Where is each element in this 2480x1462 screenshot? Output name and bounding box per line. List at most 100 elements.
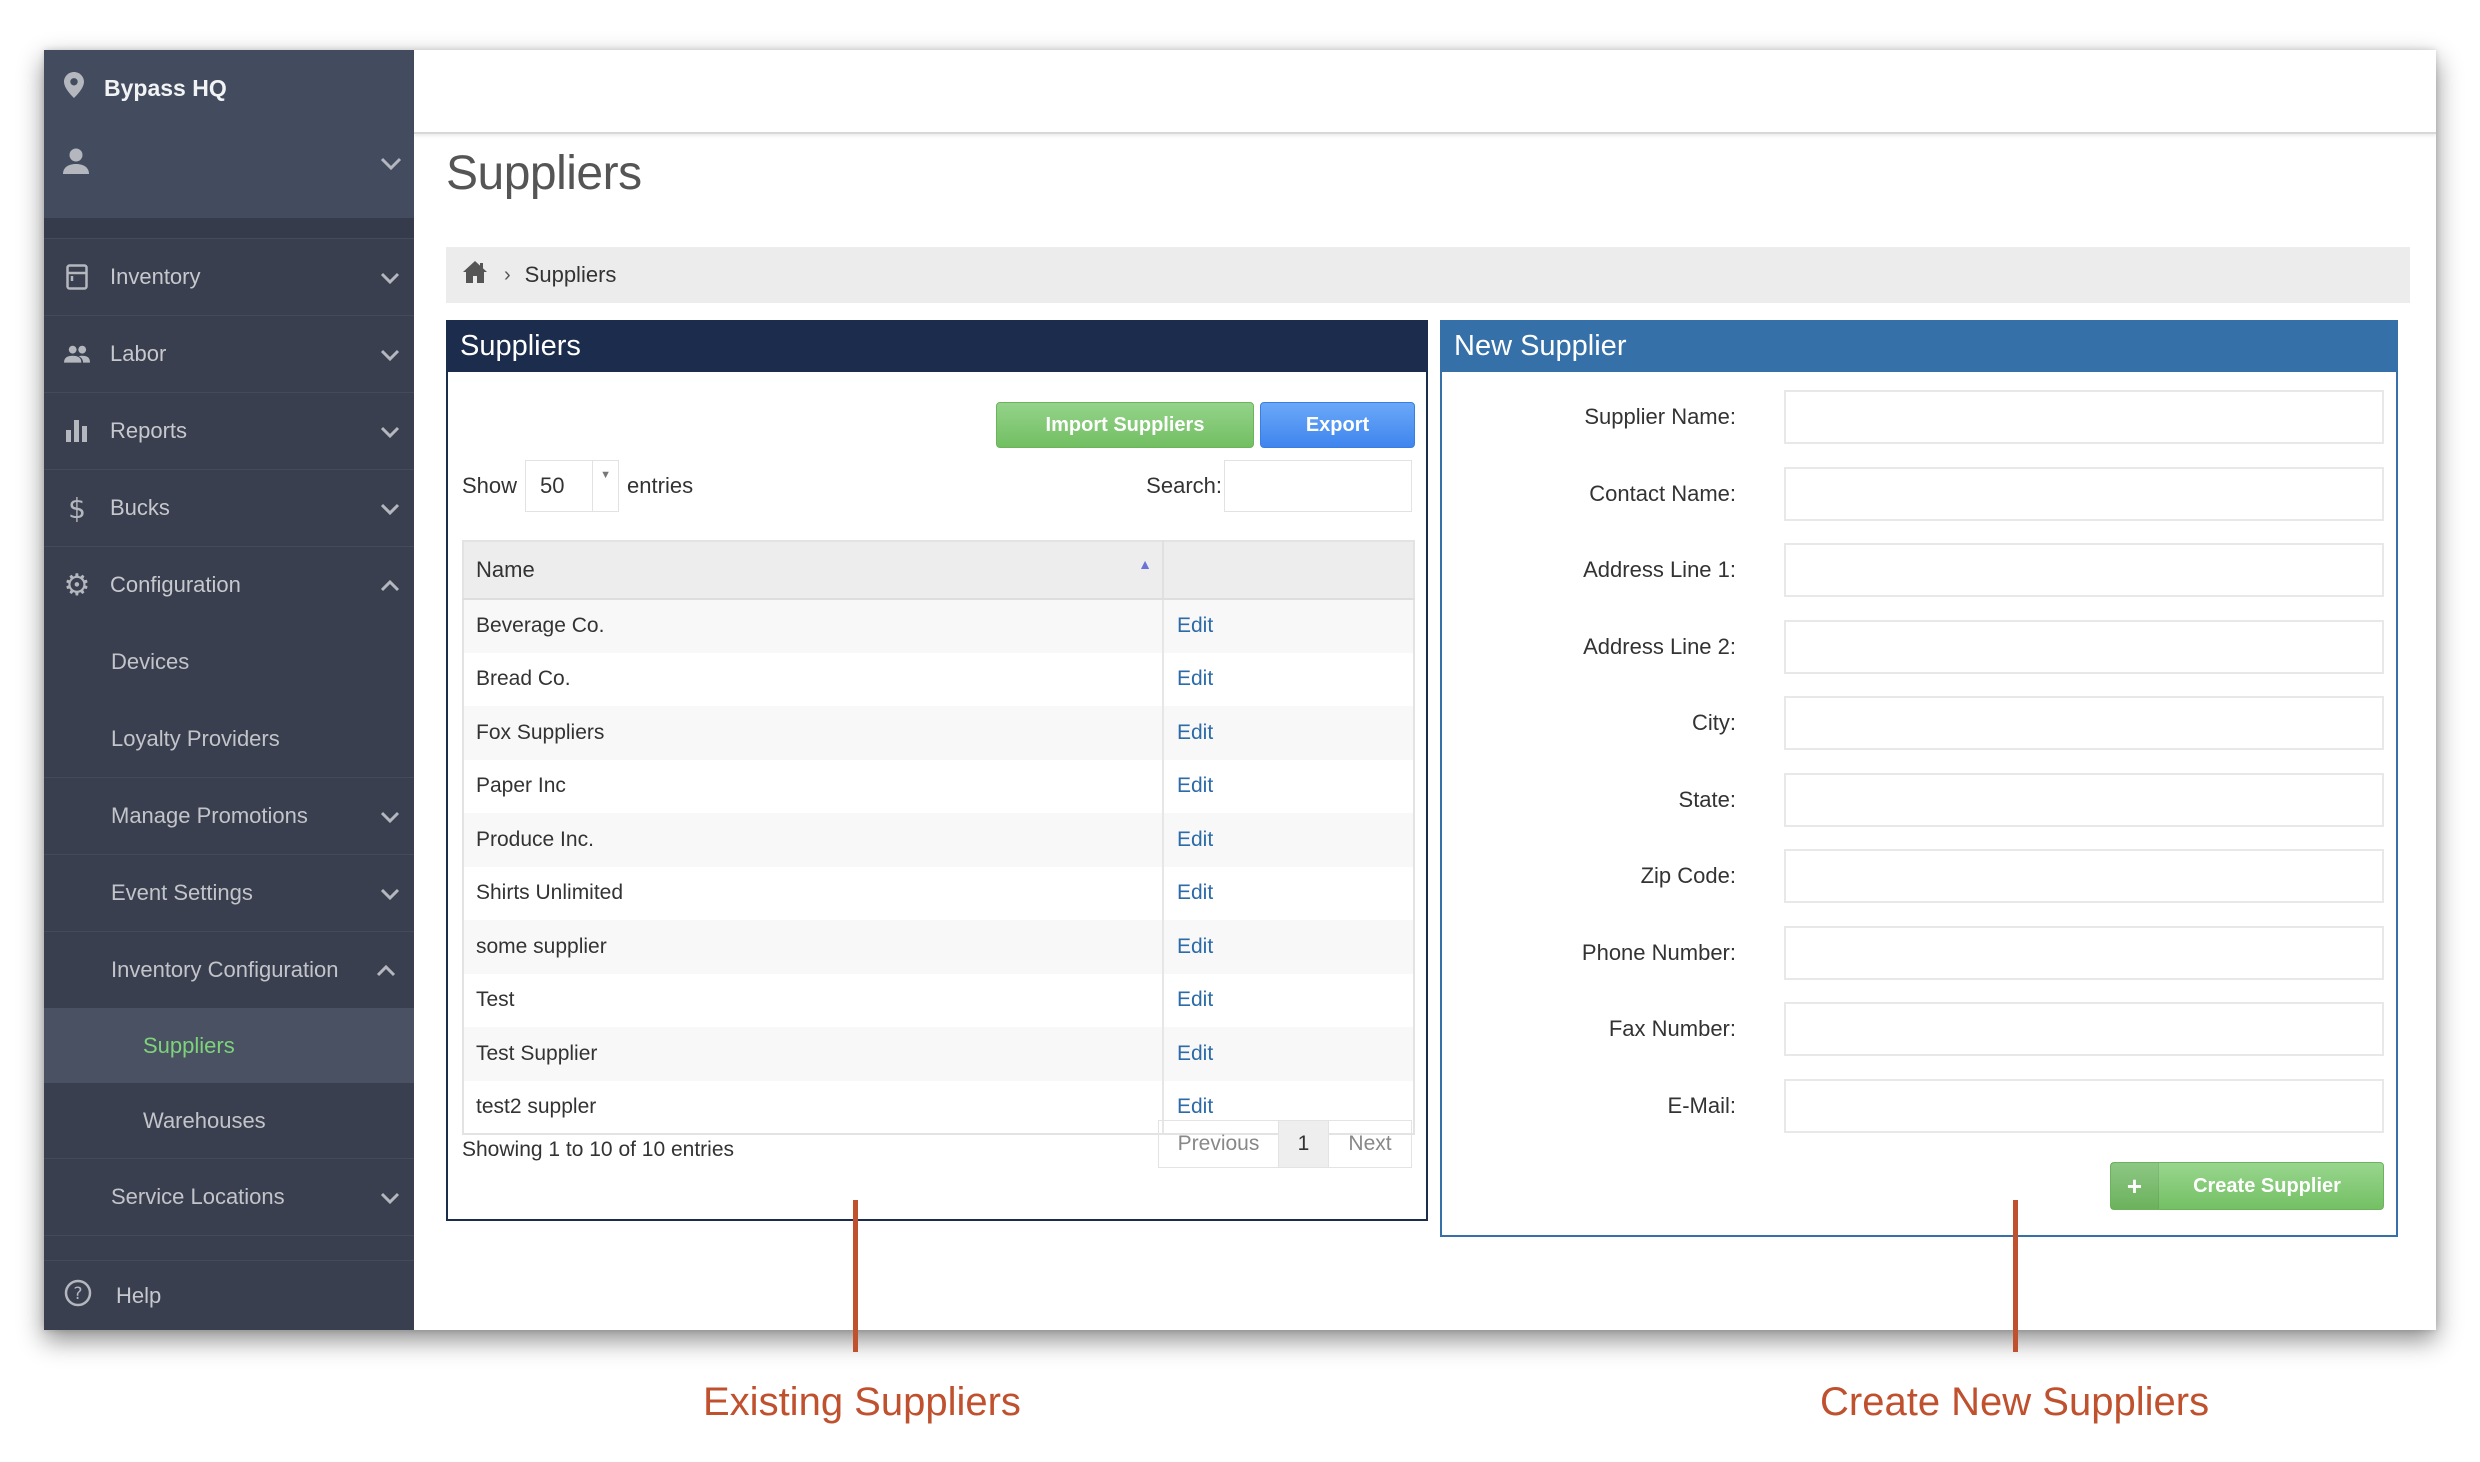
app-window: Bypass HQ Inventory Labor Reports $ Buck… [44, 50, 2436, 1330]
column-header-actions [1163, 541, 1414, 600]
search-input[interactable] [1224, 460, 1412, 512]
field-label: City: [1692, 710, 1736, 735]
edit-link[interactable]: Edit [1176, 1095, 1213, 1118]
plus-icon: + [2111, 1163, 2159, 1209]
svg-text:?: ? [73, 1284, 82, 1304]
supplier-name-cell: Test [463, 973, 1164, 1027]
table-row: Beverage Co. Edit [463, 599, 1414, 653]
sort-ascending-icon: ▲ [1138, 556, 1152, 572]
edit-link[interactable]: Edit [1176, 935, 1213, 958]
fax-number-input[interactable] [1784, 1002, 2384, 1056]
field-label: State: [1678, 786, 1736, 812]
table-row: Fox Suppliers Edit [463, 706, 1414, 760]
supplier-name-cell: test2 suppler [463, 1080, 1164, 1134]
edit-link[interactable]: Edit [1176, 614, 1213, 637]
chevron-down-icon [380, 418, 400, 444]
chevron-down-icon [380, 264, 400, 290]
sidebar-item-inventory-configuration[interactable]: Inventory Configuration [44, 931, 414, 1008]
table-row: Test Edit [463, 973, 1414, 1027]
actions-cell: Edit [1163, 920, 1414, 974]
edit-link[interactable]: Edit [1176, 667, 1213, 690]
search-control: Search: [1146, 460, 1412, 512]
gear-icon: ⚙ [63, 567, 91, 603]
table-row: Bread Co. Edit [463, 652, 1414, 707]
edit-link[interactable]: Edit [1176, 1042, 1213, 1065]
sidebar-item-service-locations[interactable]: Service Locations [44, 1158, 414, 1235]
chevron-up-icon [376, 957, 396, 983]
e-mail-input[interactable] [1784, 1078, 2384, 1133]
table-row: Produce Inc. Edit [463, 813, 1414, 867]
sidebar-item-labor[interactable]: Labor [44, 315, 414, 392]
pagination-page-1[interactable]: 1 [1279, 1121, 1329, 1167]
sidebar-item-warehouses[interactable]: Warehouses [44, 1083, 414, 1158]
actions-cell: Edit [1163, 653, 1414, 707]
chevron-down-icon[interactable] [380, 151, 402, 177]
supplier-name-cell: Paper Inc [463, 759, 1164, 813]
field-label: Zip Code: [1640, 863, 1736, 888]
form-row: State: [1442, 772, 2396, 827]
user-icon [62, 148, 90, 180]
sidebar-item-reports[interactable]: Reports [44, 392, 414, 469]
dropdown-arrow-icon: ▼ [592, 461, 618, 511]
edit-link[interactable]: Edit [1176, 881, 1213, 904]
create-supplier-button[interactable]: + Create Supplier [2110, 1162, 2384, 1210]
user-menu[interactable] [62, 148, 402, 180]
pagination-previous[interactable]: Previous [1159, 1121, 1279, 1167]
sidebar-item-help[interactable]: ? Help [44, 1260, 414, 1330]
sidebar-item-manage-promotions[interactable]: Manage Promotions [44, 777, 414, 854]
field-label: Address Line 1: [1583, 557, 1736, 582]
sidebar-item-bucks[interactable]: $ Bucks [44, 469, 414, 546]
field-label: Phone Number: [1581, 939, 1736, 965]
chevron-down-icon [380, 341, 400, 367]
export-button[interactable]: Export [1260, 402, 1415, 448]
edit-link[interactable]: Edit [1176, 721, 1213, 744]
supplier-name-input[interactable] [1784, 390, 2384, 444]
zip-code-input[interactable] [1784, 849, 2384, 903]
field-label: E-Mail: [1667, 1092, 1736, 1118]
sidebar-item-suppliers[interactable]: Suppliers [44, 1008, 414, 1083]
map-pin-icon [64, 72, 84, 104]
sidebar-item-loyalty-providers[interactable]: Loyalty Providers [44, 700, 414, 777]
edit-link[interactable]: Edit [1176, 774, 1213, 797]
address-line-2-input[interactable] [1784, 619, 2384, 674]
form-row: Supplier Name: [1442, 390, 2396, 444]
field-label: Contact Name: [1589, 480, 1736, 506]
sidebar-item-devices[interactable]: Devices [44, 623, 414, 700]
pagination-next[interactable]: Next [1329, 1121, 1411, 1167]
new-supplier-panel-title: New Supplier [1440, 320, 2398, 372]
suppliers-panel: Suppliers Import Suppliers Export Show 5… [446, 320, 1428, 1221]
table-row: Shirts Unlimited Edit [463, 866, 1414, 921]
actions-cell: Edit [1163, 867, 1414, 921]
column-header-name[interactable]: Name ▲ [463, 541, 1164, 600]
actions-cell: Edit [1163, 760, 1414, 814]
home-icon[interactable] [462, 260, 488, 290]
form-row: Fax Number: [1442, 1002, 2396, 1056]
main-content: Suppliers › Suppliers Suppliers Import S… [414, 50, 2436, 1330]
field-label: Supplier Name: [1584, 404, 1736, 429]
edit-link[interactable]: Edit [1176, 828, 1213, 851]
edit-link[interactable]: Edit [1176, 988, 1213, 1011]
supplier-name-cell: Produce Inc. [463, 813, 1164, 867]
annotation-line-existing [853, 1200, 858, 1352]
annotation-line-create [2013, 1200, 2018, 1352]
annotation-existing-suppliers: Existing Suppliers [703, 1380, 1021, 1424]
city-input[interactable] [1784, 696, 2384, 750]
sidebar-item-event-settings[interactable]: Event Settings [44, 854, 414, 931]
page-length-control: Show 50 ▼ entries [462, 460, 693, 512]
phone-number-input[interactable] [1784, 925, 2384, 980]
field-label: Address Line 2: [1583, 633, 1736, 659]
state-input[interactable] [1784, 772, 2384, 827]
page-size-select[interactable]: 50 ▼ [525, 460, 620, 512]
sidebar-item-configuration[interactable]: ⚙ Configuration [44, 546, 414, 623]
location-selector[interactable]: Bypass HQ [64, 72, 227, 104]
chevron-down-icon [380, 880, 400, 906]
import-suppliers-button[interactable]: Import Suppliers [996, 402, 1254, 448]
table-info: Showing 1 to 10 of 10 entries [462, 1138, 735, 1161]
sidebar-item-inventory[interactable]: Inventory [44, 238, 414, 315]
chevron-up-icon [380, 572, 400, 598]
table-row: Test Supplier Edit [463, 1027, 1414, 1081]
address-line-1-input[interactable] [1784, 543, 2384, 597]
actions-cell: Edit [1163, 706, 1414, 760]
contact-name-input[interactable] [1784, 466, 2384, 521]
location-name: Bypass HQ [104, 74, 227, 101]
